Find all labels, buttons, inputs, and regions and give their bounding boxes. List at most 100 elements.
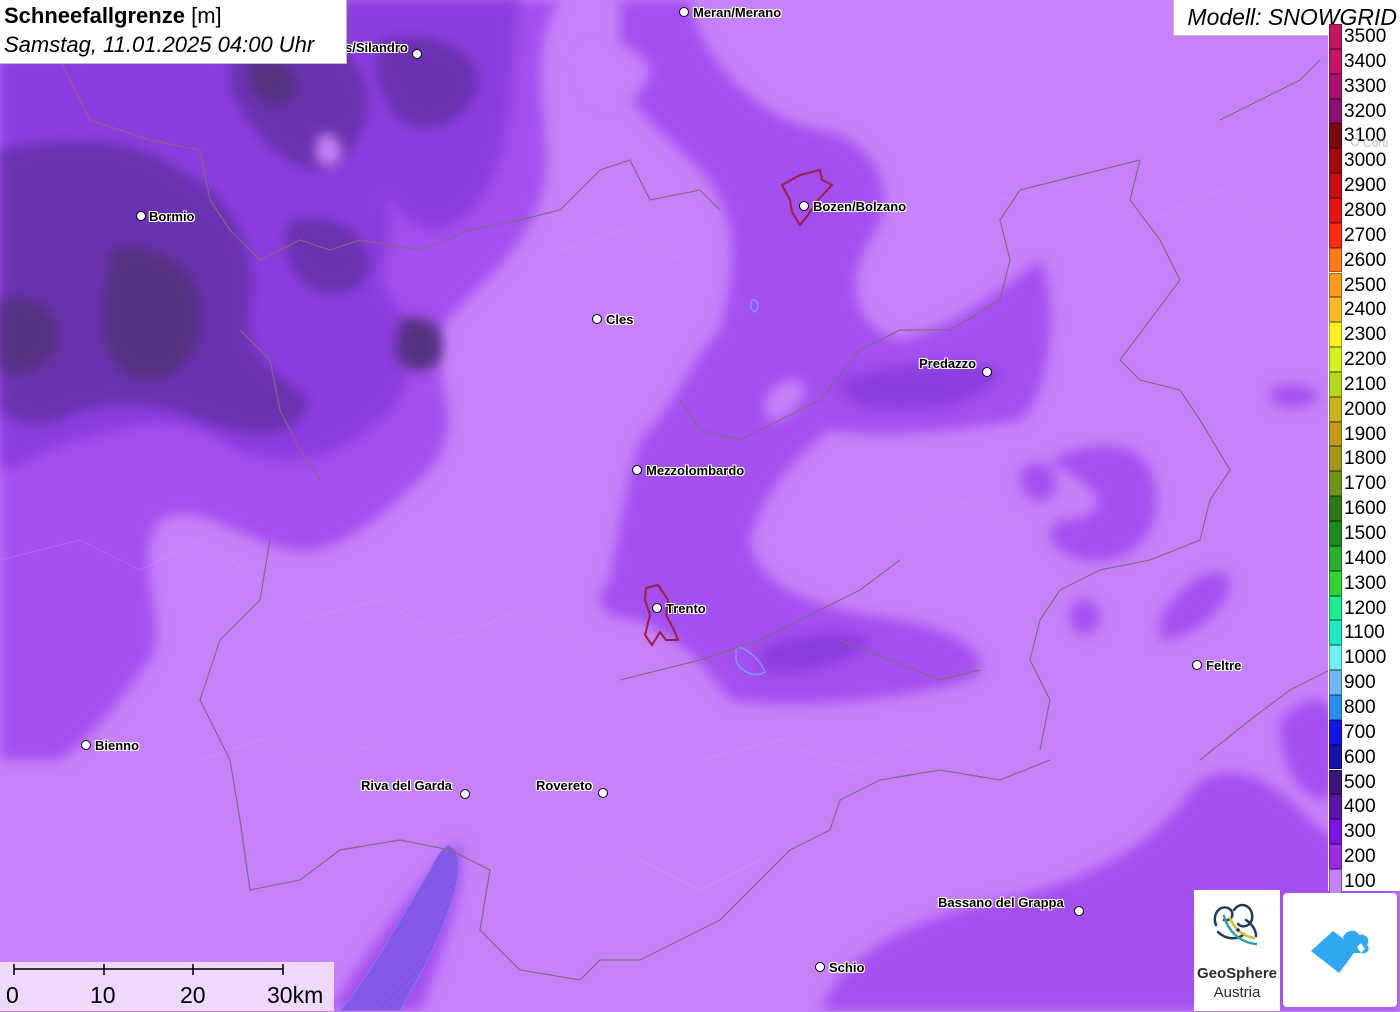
legend-swatch	[1329, 222, 1342, 248]
legend-swatch	[1329, 98, 1342, 124]
legend-item: 1000	[1329, 645, 1400, 671]
legend-swatch	[1329, 595, 1342, 621]
city-label: Schio	[829, 960, 865, 975]
legend-item: 600	[1329, 744, 1400, 770]
legend-swatch	[1329, 272, 1342, 298]
city-label: Corti	[1363, 136, 1389, 150]
legend-swatch	[1329, 396, 1342, 422]
legend-item: 700	[1329, 719, 1400, 745]
legend-label: 3200	[1344, 100, 1387, 122]
city-dot	[598, 788, 608, 798]
legend-swatch	[1329, 769, 1342, 795]
legend-swatch	[1329, 322, 1342, 348]
legend-item: 2900	[1329, 173, 1400, 198]
map-title: Schneefallgrenze [m]	[4, 3, 222, 29]
legend-swatch	[1329, 719, 1342, 745]
legend-label: 2300	[1344, 324, 1387, 346]
legend-item: 1800	[1329, 446, 1400, 472]
legend-label: 900	[1344, 672, 1376, 694]
legend-label: 2700	[1344, 224, 1387, 246]
legend-item: 1900	[1329, 421, 1400, 447]
city-dot	[592, 314, 602, 324]
legend-swatch	[1329, 73, 1342, 99]
city-dot	[1074, 906, 1084, 916]
legend-label: 3300	[1344, 75, 1387, 97]
map-title-box: Schneefallgrenze [m] Samstag, 11.01.2025…	[0, 0, 347, 64]
city-label: Meran/Merano	[693, 5, 782, 20]
legend-swatch	[1329, 620, 1342, 646]
legend-swatch	[1329, 421, 1342, 447]
legend-label: 1000	[1344, 647, 1387, 669]
legend-swatch	[1329, 570, 1342, 596]
legend-swatch	[1329, 471, 1342, 497]
legend-item: 3000	[1329, 148, 1400, 174]
legend-swatch	[1329, 645, 1342, 671]
legend-item: 2600	[1329, 247, 1400, 273]
legend-item: 2300	[1329, 322, 1400, 348]
legend-swatch	[1329, 521, 1342, 546]
legend-item: 2800	[1329, 197, 1400, 223]
title-text: Schneefallgrenze	[4, 3, 185, 28]
legend-label: 400	[1344, 796, 1376, 818]
legend-label: 2000	[1344, 398, 1387, 420]
legend-item: 900	[1329, 670, 1400, 695]
legend-label: 1100	[1344, 622, 1385, 644]
legend-item: 1200	[1329, 595, 1400, 621]
city-dot	[815, 962, 825, 972]
legend-label: 1500	[1344, 523, 1387, 544]
city-dot	[679, 7, 689, 17]
legend-swatch	[1329, 844, 1342, 869]
legend-swatch	[1329, 446, 1342, 472]
geosphere-emblem-icon	[1213, 903, 1258, 946]
legend-label: 800	[1344, 696, 1376, 718]
legend-swatch	[1329, 123, 1342, 149]
city-label: Trento	[666, 601, 706, 616]
legend-label: 100	[1344, 870, 1376, 892]
legend-label: 700	[1344, 721, 1376, 743]
legend-swatch	[1329, 794, 1342, 820]
legend-item: 2100	[1329, 371, 1400, 397]
legend-label: 600	[1344, 746, 1376, 768]
legend-swatch	[1329, 197, 1342, 223]
legend-label: 1800	[1344, 448, 1387, 470]
legend-label: 1700	[1344, 473, 1387, 495]
city-dot	[652, 603, 662, 613]
legend-swatch	[1329, 24, 1342, 49]
legend-label: 500	[1344, 771, 1376, 793]
legend-item: 400	[1329, 794, 1400, 820]
legend-item: 300	[1329, 819, 1400, 845]
city-dot	[1351, 138, 1359, 146]
legend-label: 3500	[1344, 26, 1387, 47]
city-dot	[982, 367, 992, 377]
legend-label: 3400	[1344, 50, 1387, 72]
city-label: Bienno	[95, 738, 140, 753]
legend-item: 1300	[1329, 570, 1400, 596]
legend-label: 1200	[1344, 597, 1387, 619]
legend-label: 1900	[1344, 423, 1387, 445]
legend-item: 100	[1329, 868, 1400, 894]
title-unit: [m]	[191, 3, 222, 28]
city-dot	[81, 740, 91, 750]
legend-label: 1600	[1344, 498, 1387, 520]
legend-label: 1400	[1344, 547, 1387, 569]
forecast-datetime: Samstag, 11.01.2025 04:00 Uhr	[4, 32, 315, 57]
legend-label: 2100	[1344, 373, 1387, 395]
legend-item: 1100	[1329, 620, 1400, 646]
legend-swatch	[1329, 545, 1342, 571]
weather-app-logo[interactable]	[1283, 893, 1397, 1007]
legend-item: 1700	[1329, 471, 1400, 497]
legend-label: 2500	[1344, 274, 1387, 296]
scalebar-label-30km: 30km	[267, 982, 324, 1008]
legend-item: 1400	[1329, 545, 1400, 571]
geosphere-logo-line2: Austria	[1213, 984, 1261, 1001]
legend-label: 300	[1344, 821, 1376, 843]
snowfall-limit-map[interactable]	[0, 0, 1400, 1011]
city-dot	[412, 49, 422, 59]
legend-item: 3400	[1329, 48, 1400, 74]
legend-label: 3000	[1344, 150, 1387, 172]
legend-item: 800	[1329, 694, 1400, 720]
city-label: s/Silandro	[345, 40, 408, 55]
legend-item: 3300	[1329, 73, 1400, 99]
geosphere-logo[interactable]: GeoSphere Austria	[1194, 890, 1280, 1011]
city-label: Bozen/Bolzano	[813, 199, 907, 214]
